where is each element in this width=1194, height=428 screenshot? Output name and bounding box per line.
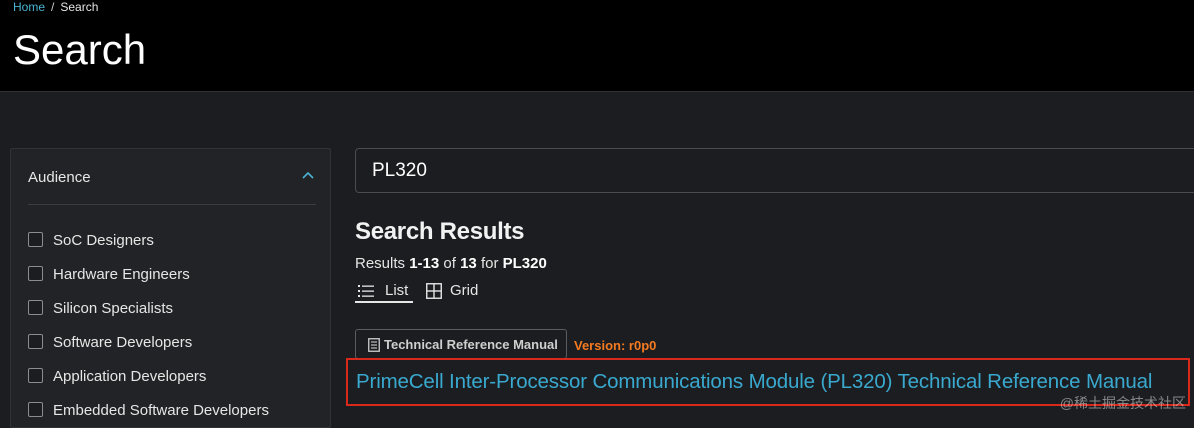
version-label: Version: r0p0 bbox=[574, 338, 656, 353]
results-query: PL320 bbox=[503, 255, 547, 272]
checkbox[interactable] bbox=[28, 266, 43, 281]
list-view-button[interactable]: List bbox=[355, 281, 413, 303]
results-summary: Results 1-13 of 13 for PL320 bbox=[355, 255, 547, 272]
search-box[interactable] bbox=[355, 148, 1194, 193]
page-header: Home / Search Search bbox=[0, 0, 1194, 92]
breadcrumb-home-link[interactable]: Home bbox=[13, 0, 45, 14]
list-icon bbox=[358, 283, 374, 299]
page-title: Search bbox=[13, 26, 146, 74]
results-for: for bbox=[481, 255, 499, 272]
filter-application-developers[interactable]: Application Developers bbox=[28, 367, 318, 387]
result-title-link[interactable]: PrimeCell Inter-Processor Communications… bbox=[356, 370, 1152, 394]
checkbox[interactable] bbox=[28, 368, 43, 383]
filter-label: Embedded Software Developers bbox=[53, 402, 269, 419]
grid-icon bbox=[426, 283, 442, 299]
document-type-badge: Technical Reference Manual bbox=[355, 329, 567, 359]
audience-section-title: Audience bbox=[28, 169, 91, 186]
filter-hardware-engineers[interactable]: Hardware Engineers bbox=[28, 265, 318, 285]
checkbox[interactable] bbox=[28, 334, 43, 349]
chevron-up-icon bbox=[300, 168, 316, 184]
document-icon bbox=[368, 338, 380, 352]
filter-label: Hardware Engineers bbox=[53, 266, 190, 283]
document-type-label: Technical Reference Manual bbox=[384, 337, 558, 352]
filter-sidebar: Audience SoC Designers Hardware Engineer… bbox=[10, 148, 331, 428]
grid-view-button[interactable]: Grid bbox=[423, 281, 493, 303]
results-prefix: Results bbox=[355, 255, 405, 272]
filter-label: SoC Designers bbox=[53, 232, 154, 249]
filter-label: Silicon Specialists bbox=[53, 300, 173, 317]
watermark: @稀土掘金技术社区 bbox=[1060, 393, 1186, 413]
filter-label: Software Developers bbox=[53, 334, 192, 351]
breadcrumb-current: Search bbox=[60, 0, 98, 14]
results-title: Search Results bbox=[355, 218, 524, 246]
filter-label: Application Developers bbox=[53, 368, 206, 385]
results-range: 1-13 bbox=[409, 255, 439, 272]
results-of: of bbox=[443, 255, 456, 272]
search-input[interactable] bbox=[372, 159, 1172, 183]
grid-view-label: Grid bbox=[450, 282, 478, 299]
results-total: 13 bbox=[460, 255, 477, 272]
checkbox[interactable] bbox=[28, 300, 43, 315]
filter-soc-designers[interactable]: SoC Designers bbox=[28, 231, 318, 251]
breadcrumb-separator: / bbox=[51, 0, 54, 14]
filter-silicon-specialists[interactable]: Silicon Specialists bbox=[28, 299, 318, 319]
checkbox[interactable] bbox=[28, 232, 43, 247]
audience-section-toggle[interactable]: Audience bbox=[28, 167, 316, 205]
filter-embedded-software-developers[interactable]: Embedded Software Developers bbox=[28, 401, 318, 421]
list-view-label: List bbox=[385, 282, 408, 299]
filter-software-developers[interactable]: Software Developers bbox=[28, 333, 318, 353]
breadcrumb: Home / Search bbox=[13, 0, 98, 14]
